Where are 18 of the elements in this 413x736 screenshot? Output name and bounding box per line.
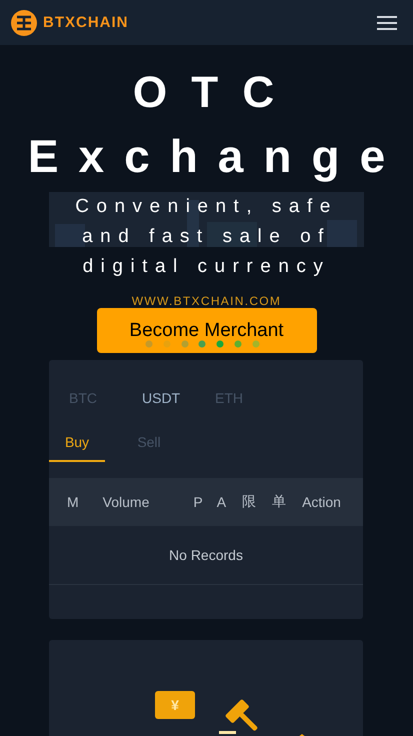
ticket-icon: ¥ bbox=[155, 691, 195, 719]
become-merchant-button[interactable]: Become Merchant bbox=[96, 308, 316, 353]
column-header: 单 bbox=[272, 493, 286, 511]
side-tab[interactable]: Buy bbox=[49, 424, 105, 462]
hero-title: O T C bbox=[132, 67, 280, 119]
column-header: Volume bbox=[102, 494, 150, 510]
coin-tab[interactable]: USDT bbox=[142, 382, 215, 414]
column-header: 限 bbox=[242, 493, 256, 511]
column-header: Action bbox=[302, 494, 341, 510]
empty-message: No Records bbox=[49, 526, 363, 585]
hero-subtitle: Exchange bbox=[28, 131, 406, 181]
column-header: A bbox=[216, 494, 226, 510]
site-url: WWW.BTXCHAIN.COM bbox=[132, 294, 282, 308]
column-header: M bbox=[67, 494, 79, 510]
logo-icon bbox=[10, 8, 38, 36]
column-header: P bbox=[193, 494, 203, 510]
menu-icon[interactable] bbox=[377, 14, 397, 30]
logo-text: BTXCHAIN bbox=[43, 14, 128, 31]
